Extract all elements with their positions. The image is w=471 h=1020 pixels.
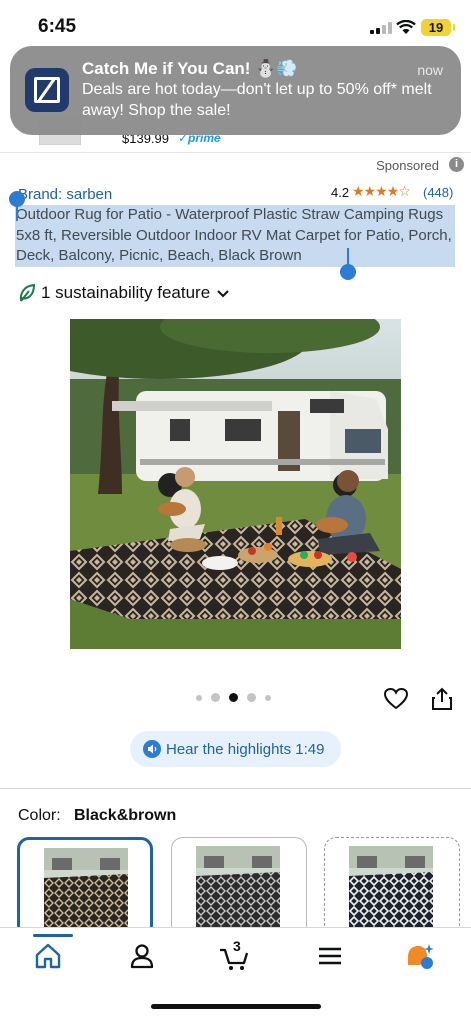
battery-tip: [453, 24, 455, 31]
info-icon[interactable]: i: [449, 157, 464, 172]
wifi-icon: [396, 20, 416, 34]
notification-body: Deals are hot today—don't let up to 50% …: [82, 81, 432, 119]
carousel-dot[interactable]: [196, 694, 202, 701]
color-swatch-black-grey[interactable]: [171, 837, 307, 937]
status-bar: 6:45 19: [0, 0, 471, 52]
color-value: Black&brown: [74, 807, 177, 824]
home-active-indicator: [33, 934, 73, 937]
notification-title: Catch Me if You Can! ⛄💨: [82, 59, 298, 78]
color-label: Color:: [18, 807, 61, 824]
cart-count-badge: 3: [233, 938, 241, 954]
share-icon[interactable]: [429, 686, 455, 712]
carousel-dot[interactable]: [211, 693, 220, 702]
swatch-image: [196, 846, 280, 930]
image-carousel-dots: [196, 693, 280, 702]
color-swatch-black-brown[interactable]: [17, 837, 153, 937]
account-icon[interactable]: [127, 941, 157, 971]
product-image[interactable]: [70, 319, 401, 649]
section-divider: [0, 788, 471, 789]
cellular-signal-icon: [370, 22, 392, 34]
brand-link[interactable]: Brand: sarben: [18, 186, 112, 203]
notification-time: now: [417, 62, 443, 78]
hear-highlights-label: Hear the highlights 1:49: [166, 740, 325, 758]
home-gesture-bar[interactable]: [151, 1004, 321, 1009]
rating-value: 4.2: [331, 185, 350, 200]
sustainability-label: 1 sustainability feature: [41, 283, 211, 302]
rufus-icon[interactable]: [405, 941, 435, 971]
swatch-image: [44, 848, 128, 932]
push-notification[interactable]: Catch Me if You Can! ⛄💨 now Deals are ho…: [10, 46, 461, 135]
heart-icon[interactable]: [383, 686, 409, 712]
home-icon[interactable]: [33, 941, 63, 971]
color-swatch-black-white[interactable]: [324, 837, 460, 937]
selection-end-handle[interactable]: [340, 264, 356, 280]
status-time: 6:45: [38, 16, 77, 37]
carousel-dot-active[interactable]: [229, 693, 238, 702]
product-title[interactable]: Outdoor Rug for Patio - Waterproof Plast…: [16, 205, 461, 267]
app-icon: [25, 68, 69, 112]
speaker-icon: [143, 740, 161, 758]
hear-highlights-button[interactable]: Hear the highlights 1:49: [130, 731, 341, 767]
rating-count-link[interactable]: (448): [423, 185, 453, 200]
menu-icon[interactable]: [315, 941, 345, 971]
leaf-icon: [19, 283, 36, 302]
swatch-image: [349, 846, 433, 930]
carousel-dot[interactable]: [265, 694, 271, 701]
battery-indicator: 19: [421, 19, 451, 36]
carousel-dot[interactable]: [247, 693, 256, 702]
star-rating-icon[interactable]: ★★★★☆: [352, 183, 411, 200]
chevron-down-icon: [217, 290, 229, 298]
selection-start-handle[interactable]: [9, 191, 25, 207]
sponsored-label: Sponsored: [376, 158, 439, 173]
sustainability-toggle[interactable]: 1 sustainability feature: [18, 281, 231, 305]
